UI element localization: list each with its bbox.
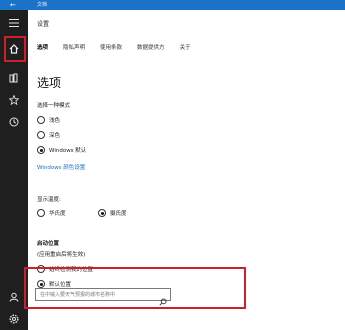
radio-circle xyxy=(37,116,45,124)
library-icon[interactable] xyxy=(0,67,28,89)
city-search-input[interactable]: 在中输入要天气预报的城市名称中 xyxy=(35,288,171,306)
startup-location-note: (应用重启后将生效) xyxy=(37,252,86,258)
tab-options[interactable]: 选项 xyxy=(37,43,48,55)
tab-privacy[interactable]: 隐私声明 xyxy=(63,43,85,55)
tab-terms[interactable]: 使用条款 xyxy=(100,43,122,55)
section-title: 设置 xyxy=(37,21,50,28)
fahrenheit-radio[interactable]: 华氏度 xyxy=(37,209,66,217)
star-icon[interactable] xyxy=(0,89,28,111)
window-title: 文档 xyxy=(37,2,48,8)
highlight-box-home xyxy=(4,36,26,62)
radio-label: 浅色 xyxy=(49,118,61,124)
startup-location-label: 启动位置 xyxy=(37,241,60,247)
radio-label: Windows 默认 xyxy=(49,148,87,154)
radio-label: 深色 xyxy=(49,133,61,139)
windows-color-settings-link[interactable]: Windows 颜色设置 xyxy=(37,163,85,171)
search-placeholder: 在中输入要天气预报的城市名称中 xyxy=(40,292,116,298)
theme-label: 选择一种模式 xyxy=(37,103,71,109)
title-bar: ← 文档 xyxy=(0,0,345,10)
radio-label: 摄氏度 xyxy=(110,211,127,217)
theme-light-radio[interactable]: 浅色 xyxy=(37,116,60,124)
theme-dark-radio[interactable]: 深色 xyxy=(37,131,60,139)
menu-icon[interactable] xyxy=(0,12,28,34)
search-icon[interactable] xyxy=(159,291,167,310)
settings-icon[interactable] xyxy=(0,308,28,330)
radio-label: 华氏度 xyxy=(49,211,66,217)
tab-data-providers[interactable]: 数据提供方 xyxy=(137,43,165,55)
temperature-label: 显示温度: xyxy=(37,197,61,203)
celsius-radio[interactable]: 摄氏度 xyxy=(98,209,127,217)
tab-bar: 选项 隐私声明 使用条款 数据提供方 关于 xyxy=(37,43,206,55)
history-icon[interactable] xyxy=(0,111,28,133)
radio-circle xyxy=(37,209,45,217)
back-arrow-icon[interactable]: ← xyxy=(10,0,16,10)
tab-about[interactable]: 关于 xyxy=(180,43,191,55)
radio-circle xyxy=(37,146,45,154)
theme-windows-default-radio[interactable]: Windows 默认 xyxy=(37,146,86,154)
radio-circle xyxy=(98,209,106,217)
radio-circle xyxy=(37,131,45,139)
page-heading: 选项 xyxy=(37,76,62,90)
